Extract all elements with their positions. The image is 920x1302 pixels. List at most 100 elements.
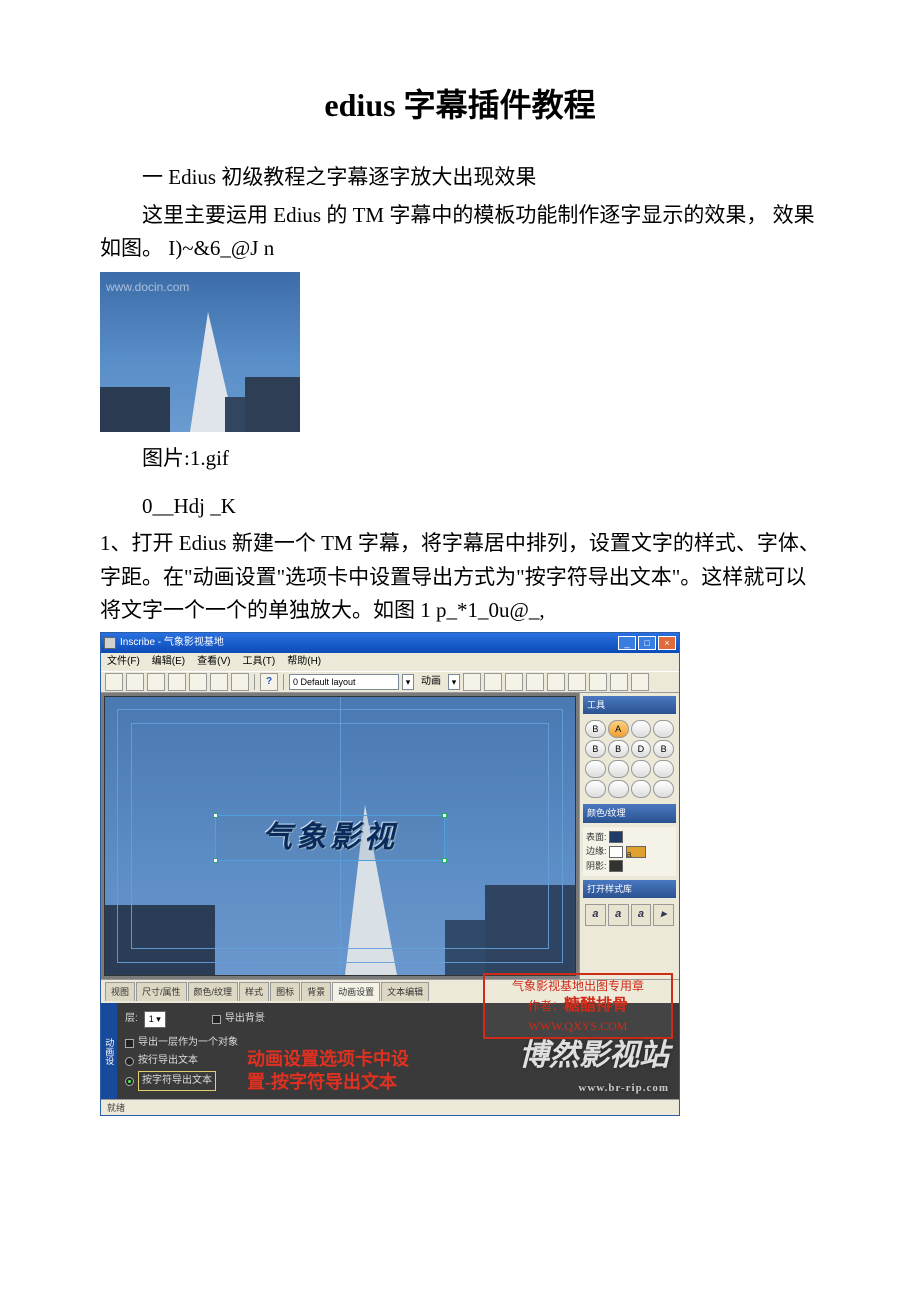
toolbar-button[interactable] xyxy=(126,673,144,691)
app-icon xyxy=(104,637,116,649)
color-panel: 表面: 边缘: a 阴影: xyxy=(583,827,676,876)
style-preset[interactable]: a xyxy=(608,904,629,926)
toolbar-button[interactable] xyxy=(505,673,523,691)
opt1-checkbox[interactable] xyxy=(125,1039,134,1048)
opt1-label: 导出一层作为一个对象 xyxy=(138,1035,238,1051)
tool-button[interactable]: B xyxy=(585,720,606,738)
opt2-radio[interactable] xyxy=(125,1057,134,1066)
toolbar-button[interactable] xyxy=(189,673,207,691)
title-textbox[interactable]: 气象影视 xyxy=(215,815,445,861)
tool-button[interactable] xyxy=(585,780,606,798)
tool-button[interactable] xyxy=(631,720,652,738)
tool-button[interactable] xyxy=(631,760,652,778)
tool-button[interactable]: D xyxy=(631,740,652,758)
edge-swatch[interactable] xyxy=(609,846,623,858)
surface-swatch[interactable] xyxy=(609,831,623,843)
layer-label: 层: xyxy=(125,1011,138,1027)
minimize-button[interactable]: _ xyxy=(618,636,636,650)
tool-button[interactable] xyxy=(653,760,674,778)
surface-label: 表面: xyxy=(586,832,607,842)
anim-vtab[interactable]: 动画设 xyxy=(101,1003,117,1099)
toolbar-button[interactable] xyxy=(589,673,607,691)
figure-1-watermark: www.docin.com xyxy=(106,278,189,297)
toolbar-button[interactable] xyxy=(168,673,186,691)
style-preset[interactable]: a xyxy=(631,904,652,926)
opt3-radio[interactable] xyxy=(125,1077,134,1086)
paragraph-1: 一 Edius 初级教程之字幕逐字放大出现效果 xyxy=(100,161,820,195)
canvas-area: 气象影视 xyxy=(101,693,579,979)
tab-text-edit[interactable]: 文本编辑 xyxy=(381,982,429,1001)
tool-button[interactable]: B xyxy=(653,740,674,758)
maximize-button[interactable]: □ xyxy=(638,636,656,650)
tools-grid: B A B B D B xyxy=(583,718,676,800)
toolbar-button[interactable] xyxy=(231,673,249,691)
menu-view[interactable]: 查看(V) xyxy=(197,654,230,670)
tool-button[interactable] xyxy=(631,780,652,798)
toolbar: ? 0 Default layout ▾ 动画 ▾ xyxy=(101,671,679,693)
shadow-swatch[interactable] xyxy=(609,860,623,872)
toolbar-button[interactable] xyxy=(147,673,165,691)
paragraph-3: 0__Hdj _K xyxy=(100,490,820,524)
toolbar-button[interactable] xyxy=(526,673,544,691)
preview-canvas[interactable]: 气象影视 xyxy=(104,696,576,976)
tool-button[interactable] xyxy=(585,760,606,778)
toolbar-button[interactable] xyxy=(463,673,481,691)
figure-1-image: www.docin.com xyxy=(100,272,300,432)
menu-tools[interactable]: 工具(T) xyxy=(242,654,275,670)
red-annotation: 动画设置选项卡中设 置-按字符导出文本 xyxy=(247,1048,409,1093)
inscribe-window: Inscribe - 气象影视基地 _ □ × 文件(F) 编辑(E) 查看(V… xyxy=(100,632,680,1116)
edge-swatch-2[interactable]: a xyxy=(626,846,646,858)
menu-help[interactable]: 帮助(H) xyxy=(287,654,321,670)
page-title: edius 字幕插件教程 xyxy=(100,80,820,131)
tab-anim-settings[interactable]: 动画设置 xyxy=(332,982,380,1001)
style-preset[interactable]: a xyxy=(585,904,606,926)
layer-dropdown[interactable]: 1 ▾ xyxy=(144,1011,166,1027)
figure-1: www.docin.com xyxy=(100,272,820,432)
dropdown-arrow-icon[interactable]: ▾ xyxy=(448,674,460,690)
paragraph-4: 1、打开 Edius 新建一个 TM 字幕，将字幕居中排列，设置文字的样式、字体… xyxy=(100,527,820,628)
paragraph-2: 这里主要运用 Edius 的 TM 字幕中的模板功能制作逐字显示的效果， 效果如… xyxy=(100,199,820,266)
toolbar-button[interactable] xyxy=(210,673,228,691)
style-row: a a a ▸ xyxy=(583,902,676,928)
menu-edit[interactable]: 编辑(E) xyxy=(152,654,185,670)
menu-file[interactable]: 文件(F) xyxy=(107,654,140,670)
color-panel-header: 颜色/纹理 xyxy=(583,804,676,822)
export-bg-checkbox[interactable] xyxy=(212,1015,221,1024)
tab-color[interactable]: 颜色/纹理 xyxy=(188,982,239,1001)
toolbar-button[interactable] xyxy=(631,673,649,691)
layout-dropdown[interactable]: 0 Default layout xyxy=(289,674,399,690)
help-icon[interactable]: ? xyxy=(260,673,278,691)
tab-view[interactable]: 视图 xyxy=(105,982,135,1001)
dropdown-arrow-icon[interactable]: ▾ xyxy=(402,674,414,690)
tool-button[interactable]: B xyxy=(585,740,606,758)
tool-button[interactable]: A xyxy=(608,720,629,738)
toolbar-button[interactable] xyxy=(568,673,586,691)
tool-button[interactable] xyxy=(653,720,674,738)
figure-1-caption: 图片:1.gif xyxy=(100,442,820,476)
tool-button[interactable]: B xyxy=(608,740,629,758)
author-stamp: 气象影视基地出图专用章 作者：糖醋排骨 WWW.QXYS.COM xyxy=(483,973,673,1039)
toolbar-button[interactable] xyxy=(105,673,123,691)
close-button[interactable]: × xyxy=(658,636,676,650)
tab-icon[interactable]: 图标 xyxy=(270,982,300,1001)
tab-bg[interactable]: 背景 xyxy=(301,982,331,1001)
tab-size[interactable]: 尺寸/属性 xyxy=(136,982,187,1001)
tool-button[interactable] xyxy=(653,780,674,798)
export-bg-label: 导出背景 xyxy=(225,1011,265,1027)
statusbar: 就绪 xyxy=(101,1099,679,1115)
style-panel-header: 打开样式库 xyxy=(583,880,676,898)
edge-label: 边缘: xyxy=(586,846,607,856)
title-text: 气象影视 xyxy=(262,814,398,862)
tab-style[interactable]: 样式 xyxy=(239,982,269,1001)
tool-button[interactable] xyxy=(608,780,629,798)
toolbar-button[interactable] xyxy=(610,673,628,691)
style-preset[interactable]: ▸ xyxy=(653,904,674,926)
toolbar-button[interactable] xyxy=(484,673,502,691)
toolbar-button[interactable] xyxy=(547,673,565,691)
window-title: Inscribe - 气象影视基地 xyxy=(120,635,224,651)
tool-button[interactable] xyxy=(608,760,629,778)
anim-settings-panel: 动画设 层: 1 ▾ 导出背景 导出一层作为一个对象 按行导出文本 按字符导出文 xyxy=(101,1003,679,1099)
titlebar[interactable]: Inscribe - 气象影视基地 _ □ × xyxy=(101,633,679,653)
site-watermark: 博然影视站 www.br-rip.com xyxy=(519,1032,669,1098)
tools-panel-header: 工具 xyxy=(583,696,676,714)
